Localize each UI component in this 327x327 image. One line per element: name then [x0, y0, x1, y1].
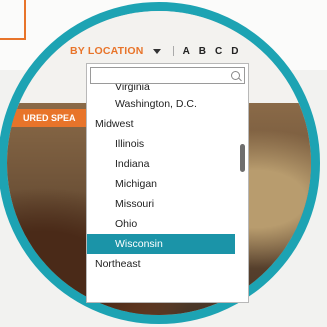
scrollbar-thumb[interactable] [240, 144, 245, 172]
group-northeast[interactable]: Northeast [87, 254, 235, 274]
list-item-virginia[interactable]: Virginia [87, 84, 235, 94]
location-dropdown[interactable]: Virginia Washington, D.C. Midwest Illino… [86, 63, 249, 303]
list-item-illinois[interactable]: Illinois [87, 134, 235, 154]
letter-d[interactable]: D [231, 46, 238, 57]
list-item-missouri[interactable]: Missouri [87, 194, 235, 214]
location-filter[interactable]: BY LOCATION A B C D [70, 44, 239, 58]
list-item-michigan[interactable]: Michigan [87, 174, 235, 194]
caret-down-icon[interactable] [152, 48, 161, 54]
group-midwest[interactable]: Midwest [87, 114, 235, 134]
letter-c[interactable]: C [215, 46, 222, 57]
search-input[interactable] [90, 67, 245, 84]
letter-a[interactable]: A [183, 46, 190, 57]
list-item-washington-dc[interactable]: Washington, D.C. [87, 94, 235, 114]
list-item-ohio[interactable]: Ohio [87, 214, 235, 234]
letter-b[interactable]: B [199, 46, 206, 57]
featured-speaker-tag: URED SPEA [7, 109, 87, 127]
list-item-indiana[interactable]: Indiana [87, 154, 235, 174]
divider [172, 46, 174, 56]
alphabet-nav: A B C D [183, 46, 239, 57]
search-icon[interactable] [231, 71, 240, 80]
filter-label[interactable]: BY LOCATION [70, 45, 144, 57]
list-item-wisconsin[interactable]: Wisconsin [87, 234, 235, 254]
location-list: Virginia Washington, D.C. Midwest Illino… [87, 84, 235, 274]
